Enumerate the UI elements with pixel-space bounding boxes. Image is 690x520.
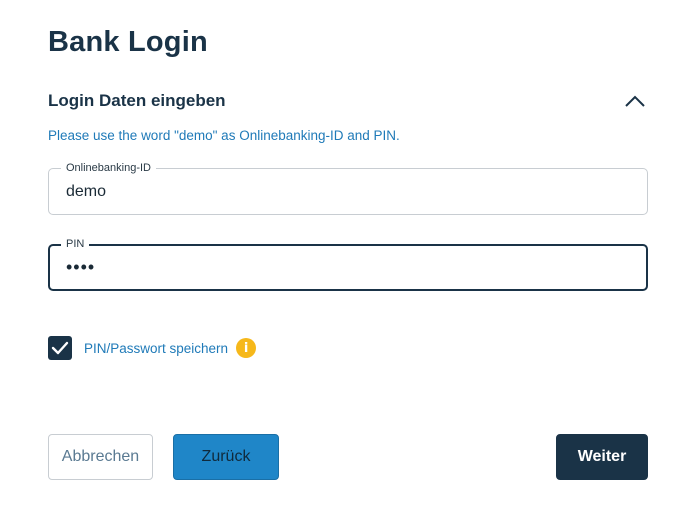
remember-pin-row: PIN/Passwort speichern i xyxy=(48,336,257,360)
chevron-up-icon[interactable] xyxy=(622,88,648,114)
remember-pin-checkbox[interactable] xyxy=(48,336,72,360)
back-button[interactable]: Zurück xyxy=(173,434,279,480)
login-section-header: Login Daten eingeben xyxy=(48,86,648,116)
info-icon[interactable]: i xyxy=(236,338,257,358)
section-title: Login Daten eingeben xyxy=(48,91,226,110)
cancel-button[interactable]: Abbrechen xyxy=(48,434,153,480)
checkmark-icon xyxy=(51,341,69,355)
onlinebanking-id-field[interactable]: Onlinebanking-ID xyxy=(48,161,648,215)
pin-field[interactable]: PIN xyxy=(48,237,648,291)
pin-input[interactable] xyxy=(66,246,634,289)
remember-pin-label[interactable]: PIN/Passwort speichern xyxy=(84,341,228,356)
onlinebanking-id-input[interactable] xyxy=(66,169,635,214)
next-button[interactable]: Weiter xyxy=(556,434,648,480)
login-hint: Please use the word "demo" as Onlinebank… xyxy=(48,128,400,143)
page-title: Bank Login xyxy=(48,26,208,58)
